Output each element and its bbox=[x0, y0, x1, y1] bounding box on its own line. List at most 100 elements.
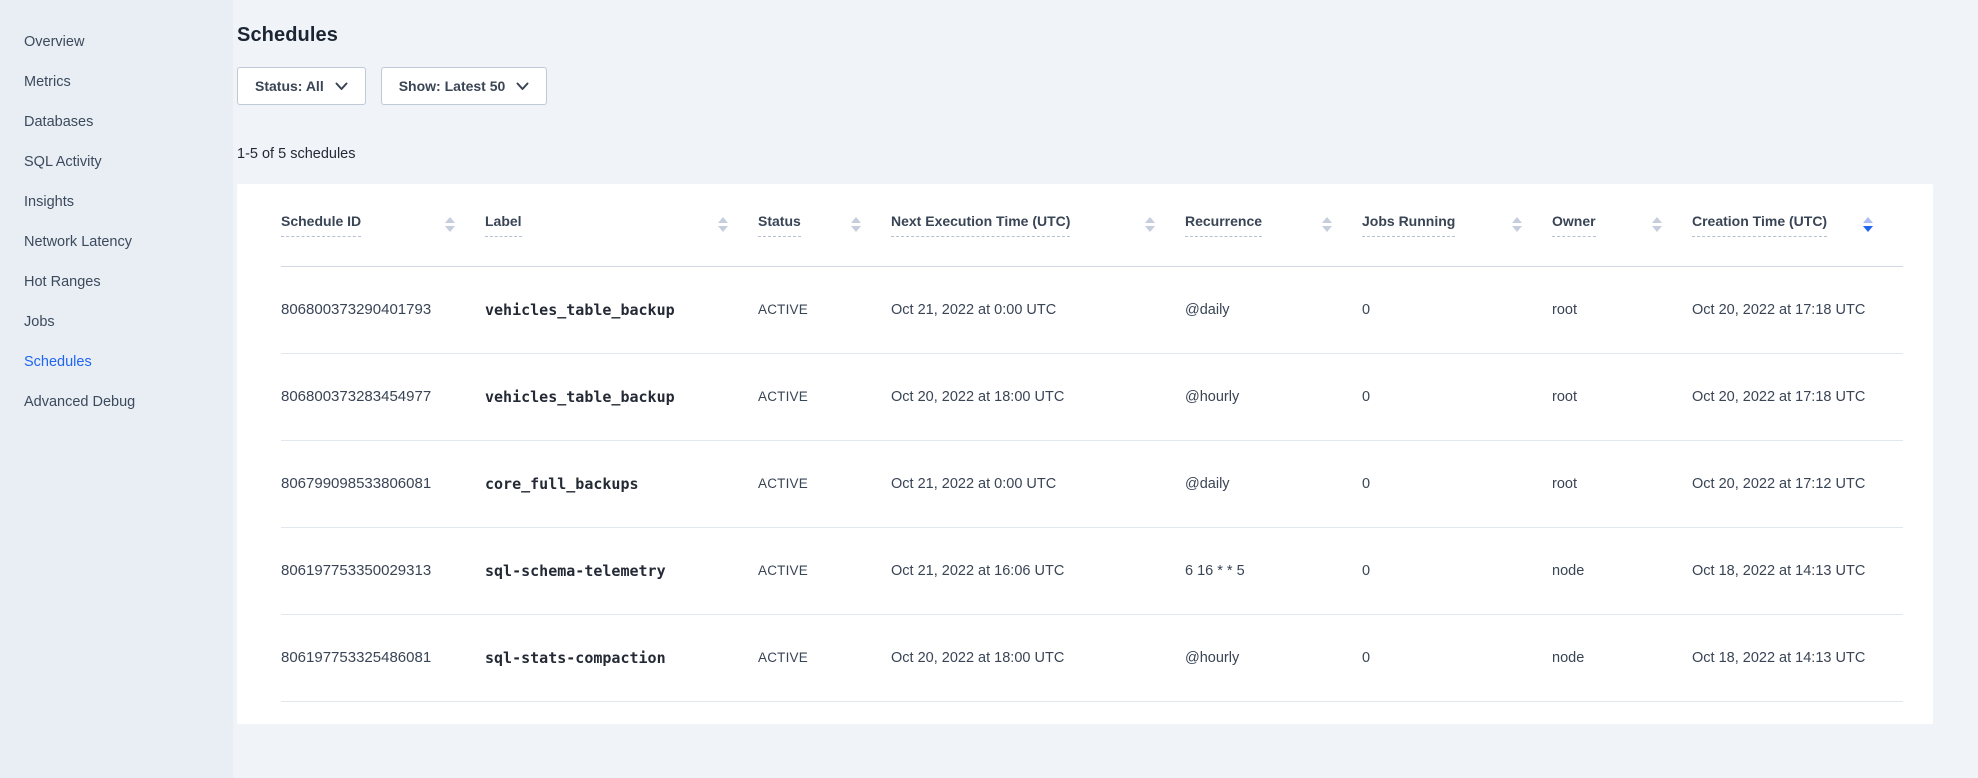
sort-asc-arrow-icon bbox=[1652, 217, 1662, 223]
cell-creation-time-utc: Oct 20, 2022 at 17:18 UTC bbox=[1692, 266, 1903, 353]
column-header-recurrence[interactable]: Recurrence bbox=[1185, 184, 1362, 266]
sort-desc-arrow-icon bbox=[1512, 226, 1522, 232]
sort-desc-arrow-icon bbox=[1863, 226, 1873, 232]
cell-status: ACTIVE bbox=[758, 353, 891, 440]
schedules-table-card: Schedule ID Label Status Next Execution … bbox=[237, 184, 1933, 724]
cell-owner: node bbox=[1552, 527, 1692, 614]
sidebar-item-advanced-debug[interactable]: Advanced Debug bbox=[0, 382, 233, 422]
cell-recurrence: @hourly bbox=[1185, 353, 1362, 440]
cell-owner: root bbox=[1552, 266, 1692, 353]
show-filter-label: Show: Latest 50 bbox=[399, 78, 506, 94]
sort-desc-arrow-icon bbox=[851, 226, 861, 232]
column-header-label: Creation Time (UTC) bbox=[1692, 213, 1827, 237]
cell-recurrence: @daily bbox=[1185, 440, 1362, 527]
sidebar-item-label: Overview bbox=[24, 34, 84, 50]
cell-label: vehicles_table_backup bbox=[485, 266, 758, 353]
column-header-creation-time-utc[interactable]: Creation Time (UTC) bbox=[1692, 184, 1903, 266]
sort-arrows-icon bbox=[1512, 217, 1522, 232]
status-filter-label: Status: All bbox=[255, 78, 324, 94]
sort-asc-arrow-icon bbox=[1145, 217, 1155, 223]
column-header-label[interactable]: Label bbox=[485, 184, 758, 266]
cell-recurrence: 6 16 * * 5 bbox=[1185, 527, 1362, 614]
table-body: 806800373290401793vehicles_table_backupA… bbox=[281, 266, 1903, 701]
sidebar-item-insights[interactable]: Insights bbox=[0, 182, 233, 222]
sort-arrows-icon bbox=[1145, 217, 1155, 232]
chevron-down-icon bbox=[335, 82, 348, 91]
sort-asc-arrow-icon bbox=[1512, 217, 1522, 223]
column-header-next-execution-time-utc[interactable]: Next Execution Time (UTC) bbox=[891, 184, 1185, 266]
sidebar-item-hot-ranges[interactable]: Hot Ranges bbox=[0, 262, 233, 302]
cell-status: ACTIVE bbox=[758, 440, 891, 527]
table-header: Schedule ID Label Status Next Execution … bbox=[281, 184, 1903, 266]
app-root: Overview Metrics Databases SQL Activity Insi… bbox=[0, 0, 1978, 778]
schedules-table: Schedule ID Label Status Next Execution … bbox=[281, 184, 1903, 702]
cell-jobs-running: 0 bbox=[1362, 353, 1552, 440]
cell-status: ACTIVE bbox=[758, 527, 891, 614]
sidebar-item-overview[interactable]: Overview bbox=[0, 22, 233, 62]
cell-label: sql-schema-telemetry bbox=[485, 527, 758, 614]
cell-recurrence: @daily bbox=[1185, 266, 1362, 353]
cell-label: sql-stats-compaction bbox=[485, 614, 758, 701]
sidebar-item-jobs[interactable]: Jobs bbox=[0, 302, 233, 342]
show-filter-dropdown[interactable]: Show: Latest 50 bbox=[381, 67, 548, 105]
column-header-label: Jobs Running bbox=[1362, 213, 1455, 237]
sidebar-item-label: Advanced Debug bbox=[24, 394, 135, 410]
cell-jobs-running: 0 bbox=[1362, 440, 1552, 527]
sort-desc-arrow-icon bbox=[1145, 226, 1155, 232]
sort-desc-arrow-icon bbox=[445, 226, 455, 232]
cell-owner: root bbox=[1552, 353, 1692, 440]
sort-arrows-icon bbox=[718, 217, 728, 232]
cell-status: ACTIVE bbox=[758, 614, 891, 701]
column-header-label: Label bbox=[485, 213, 522, 237]
sidebar: Overview Metrics Databases SQL Activity Insi… bbox=[0, 0, 233, 778]
sort-desc-arrow-icon bbox=[718, 226, 728, 232]
sidebar-item-label: Hot Ranges bbox=[24, 274, 101, 290]
cell-owner: node bbox=[1552, 614, 1692, 701]
cell-creation-time-utc: Oct 20, 2022 at 17:12 UTC bbox=[1692, 440, 1903, 527]
filter-bar: Status: All Show: Latest 50 bbox=[237, 67, 1933, 105]
sidebar-nav-list: Overview Metrics Databases SQL Activity Insi… bbox=[0, 0, 233, 422]
cell-owner: root bbox=[1552, 440, 1692, 527]
cell-jobs-running: 0 bbox=[1362, 266, 1552, 353]
sort-asc-arrow-icon bbox=[445, 217, 455, 223]
column-header-status[interactable]: Status bbox=[758, 184, 891, 266]
sidebar-item-label: Databases bbox=[24, 114, 93, 130]
column-header-jobs-running[interactable]: Jobs Running bbox=[1362, 184, 1552, 266]
column-header-label: Schedule ID bbox=[281, 213, 361, 237]
column-header-label: Recurrence bbox=[1185, 213, 1262, 237]
sort-arrows-icon bbox=[851, 217, 861, 232]
cell-next-execution-time-utc: Oct 20, 2022 at 18:00 UTC bbox=[891, 353, 1185, 440]
cell-next-execution-time-utc: Oct 21, 2022 at 0:00 UTC bbox=[891, 440, 1185, 527]
cell-next-execution-time-utc: Oct 21, 2022 at 16:06 UTC bbox=[891, 527, 1185, 614]
sidebar-item-databases[interactable]: Databases bbox=[0, 102, 233, 142]
sidebar-item-network-latency[interactable]: Network Latency bbox=[0, 222, 233, 262]
sort-arrows-icon bbox=[1652, 217, 1662, 232]
column-header-owner[interactable]: Owner bbox=[1552, 184, 1692, 266]
cell-label: core_full_backups bbox=[485, 440, 758, 527]
cell-creation-time-utc: Oct 18, 2022 at 14:13 UTC bbox=[1692, 614, 1903, 701]
sort-arrows-icon bbox=[445, 217, 455, 232]
sidebar-item-sql-activity[interactable]: SQL Activity bbox=[0, 142, 233, 182]
sidebar-item-label: Metrics bbox=[24, 74, 71, 90]
cell-jobs-running: 0 bbox=[1362, 527, 1552, 614]
cell-label: vehicles_table_backup bbox=[485, 353, 758, 440]
cell-schedule-id: 806800373283454977 bbox=[281, 353, 485, 440]
cell-recurrence: @hourly bbox=[1185, 614, 1362, 701]
sort-asc-arrow-icon bbox=[1322, 217, 1332, 223]
sidebar-item-metrics[interactable]: Metrics bbox=[0, 62, 233, 102]
cell-schedule-id: 806800373290401793 bbox=[281, 266, 485, 353]
column-header-label: Next Execution Time (UTC) bbox=[891, 213, 1070, 237]
results-count: 1-5 of 5 schedules bbox=[237, 145, 1933, 164]
cell-next-execution-time-utc: Oct 21, 2022 at 0:00 UTC bbox=[891, 266, 1185, 353]
table-row: 806197753350029313sql-schema-telemetryAC… bbox=[281, 527, 1903, 614]
column-header-schedule-id[interactable]: Schedule ID bbox=[281, 184, 485, 266]
cell-next-execution-time-utc: Oct 20, 2022 at 18:00 UTC bbox=[891, 614, 1185, 701]
cell-status: ACTIVE bbox=[758, 266, 891, 353]
sort-arrows-icon bbox=[1863, 217, 1873, 232]
table-row: 806799098533806081core_full_backupsACTIV… bbox=[281, 440, 1903, 527]
sidebar-item-label: Insights bbox=[24, 194, 74, 210]
sort-desc-arrow-icon bbox=[1322, 226, 1332, 232]
chevron-down-icon bbox=[516, 82, 529, 91]
sidebar-item-schedules[interactable]: Schedules bbox=[0, 342, 233, 382]
status-filter-dropdown[interactable]: Status: All bbox=[237, 67, 366, 105]
